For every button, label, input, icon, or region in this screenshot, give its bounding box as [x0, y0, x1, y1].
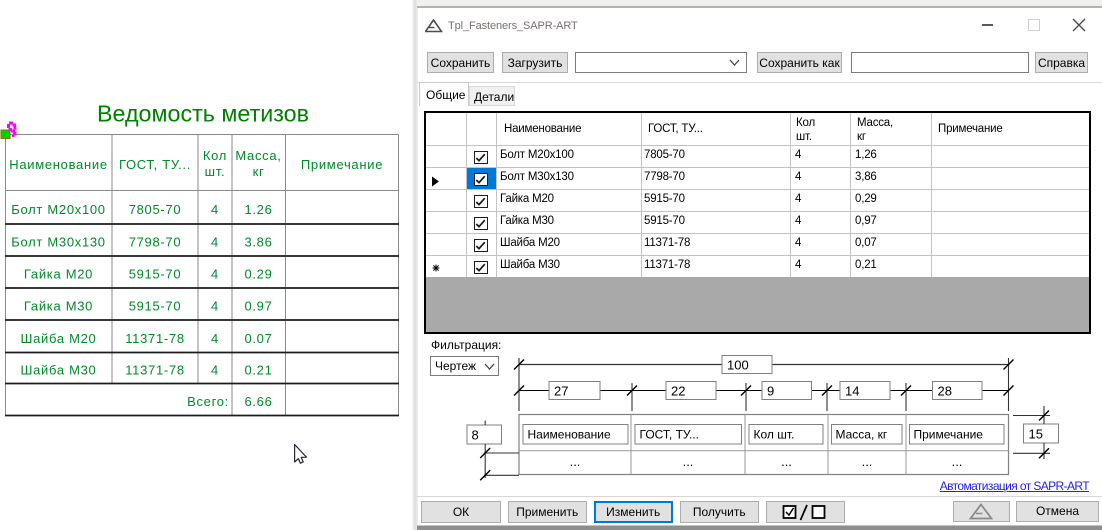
- svg-text:...: ...: [862, 454, 873, 469]
- svg-text:15: 15: [1029, 427, 1043, 442]
- svg-text:Болт М20х100: Болт М20х100: [11, 202, 106, 217]
- svg-text:Шайба М20: Шайба М20: [21, 331, 97, 346]
- svg-text:4: 4: [211, 235, 219, 250]
- svg-text:Всего:: Всего:: [187, 394, 229, 409]
- svg-text:28: 28: [938, 384, 952, 399]
- svg-text:4: 4: [211, 202, 219, 217]
- svg-text:Масса,: Масса,: [235, 148, 281, 163]
- svg-text:0.21: 0.21: [244, 363, 272, 378]
- svg-text:...: ...: [952, 454, 963, 469]
- svg-text:4: 4: [211, 299, 219, 314]
- svg-text:27: 27: [554, 384, 568, 399]
- svg-text:22: 22: [671, 384, 685, 399]
- svg-text:6.66: 6.66: [244, 394, 272, 409]
- svg-text:...: ...: [683, 454, 694, 469]
- svg-text:11371-78: 11371-78: [125, 363, 185, 378]
- svg-text:4: 4: [211, 363, 219, 378]
- svg-text:шт.: шт.: [205, 164, 226, 179]
- svg-text:Кол шт.: Кол шт.: [754, 428, 795, 442]
- svg-text:100: 100: [727, 358, 749, 373]
- svg-text:Примечание: Примечание: [301, 157, 383, 172]
- svg-text:5915-70: 5915-70: [129, 267, 182, 282]
- svg-text:Шайба М30: Шайба М30: [21, 363, 97, 378]
- svg-text:Наименование: Наименование: [9, 157, 108, 172]
- svg-text:8: 8: [472, 428, 479, 443]
- svg-text:ГОСТ, ТУ...: ГОСТ, ТУ...: [640, 428, 699, 442]
- svg-text:ГОСТ, ТУ...: ГОСТ, ТУ...: [119, 157, 191, 172]
- svg-text:3.86: 3.86: [244, 235, 272, 250]
- svg-text:кг: кг: [253, 164, 265, 179]
- svg-text:7798-70: 7798-70: [129, 235, 182, 250]
- svg-text:Кол: Кол: [203, 148, 227, 163]
- svg-text:0.97: 0.97: [244, 299, 272, 314]
- svg-text:...: ...: [570, 454, 581, 469]
- svg-text:14: 14: [845, 384, 859, 399]
- svg-text:Масса, кг: Масса, кг: [836, 428, 888, 442]
- svg-text:0.07: 0.07: [244, 331, 272, 346]
- svg-text:Гайка М20: Гайка М20: [24, 267, 93, 282]
- svg-text:1.26: 1.26: [244, 202, 272, 217]
- svg-text:5915-70: 5915-70: [129, 299, 182, 314]
- svg-text:Гайка М30: Гайка М30: [24, 299, 93, 314]
- svg-text:Болт М30х130: Болт М30х130: [11, 235, 106, 250]
- svg-text:...: ...: [781, 454, 792, 469]
- svg-text:4: 4: [211, 267, 219, 282]
- svg-text:0.29: 0.29: [244, 267, 272, 282]
- svg-text:Примечание: Примечание: [914, 428, 984, 442]
- svg-text:11371-78: 11371-78: [125, 331, 185, 346]
- svg-text:Ведомость метизов: Ведомость метизов: [97, 101, 309, 127]
- svg-text:Наименование: Наименование: [528, 428, 612, 442]
- svg-text:9: 9: [767, 384, 774, 399]
- svg-text:4: 4: [211, 331, 219, 346]
- svg-text:7805-70: 7805-70: [129, 202, 182, 217]
